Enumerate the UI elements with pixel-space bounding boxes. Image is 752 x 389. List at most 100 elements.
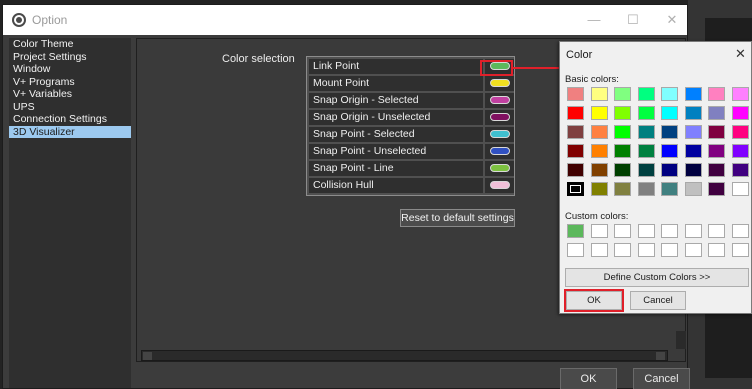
color-swatch[interactable] xyxy=(567,144,584,158)
color-swatch[interactable] xyxy=(661,163,678,177)
color-swatch[interactable] xyxy=(590,243,608,257)
color-swatch[interactable] xyxy=(590,144,608,158)
color-swatch[interactable] xyxy=(590,182,608,196)
swatch-snap-origin-selected[interactable] xyxy=(485,93,514,108)
color-swatch[interactable] xyxy=(684,224,702,238)
color-swatch[interactable] xyxy=(590,163,608,177)
color-swatch[interactable] xyxy=(567,106,584,120)
color-swatch[interactable] xyxy=(708,163,725,177)
nav-item-project-settings[interactable]: Project Settings xyxy=(9,51,131,64)
color-swatch[interactable] xyxy=(637,163,655,177)
define-custom-colors-button[interactable]: Define Custom Colors >> xyxy=(565,268,749,287)
cancel-button[interactable]: Cancel xyxy=(633,368,690,389)
color-swatch[interactable] xyxy=(637,243,655,257)
color-swatch[interactable] xyxy=(684,144,702,158)
nav-item-ups[interactable]: UPS xyxy=(9,101,131,114)
color-swatch[interactable] xyxy=(708,224,725,238)
color-swatch[interactable] xyxy=(567,87,584,101)
row-snap-point-unselected[interactable]: Snap Point - Unselected xyxy=(309,144,483,159)
color-swatch[interactable] xyxy=(731,87,749,101)
color-swatch[interactable] xyxy=(661,106,678,120)
color-swatch[interactable] xyxy=(567,125,584,139)
color-swatch[interactable] xyxy=(661,224,678,238)
color-swatch[interactable] xyxy=(614,106,631,120)
nav-item-3d-visualizer[interactable]: 3D Visualizer xyxy=(9,125,131,138)
close-button[interactable]: ✕ xyxy=(662,12,682,28)
color-swatch[interactable] xyxy=(637,106,655,120)
color-swatch[interactable] xyxy=(708,125,725,139)
color-swatch[interactable] xyxy=(567,182,584,196)
color-swatch[interactable] xyxy=(637,87,655,101)
color-swatch[interactable] xyxy=(590,125,608,139)
color-swatch[interactable] xyxy=(614,163,631,177)
color-swatch[interactable] xyxy=(567,163,584,177)
color-swatch[interactable] xyxy=(637,144,655,158)
row-snap-origin-unselected[interactable]: Snap Origin - Unselected xyxy=(309,110,483,125)
color-swatch[interactable] xyxy=(614,144,631,158)
color-swatch[interactable] xyxy=(708,87,725,101)
horizontal-scrollbar[interactable] xyxy=(141,350,668,361)
row-link-point[interactable]: Link Point xyxy=(309,59,483,74)
color-swatch[interactable] xyxy=(590,87,608,101)
color-swatch[interactable] xyxy=(614,182,631,196)
swatch-snap-point-line[interactable] xyxy=(485,161,514,176)
color-swatch[interactable] xyxy=(731,125,749,139)
color-swatch[interactable] xyxy=(661,125,678,139)
nav-item-window[interactable]: Window xyxy=(9,63,131,76)
nav-item-v-programs[interactable]: V+ Programs xyxy=(9,76,131,89)
swatch-snap-point-selected[interactable] xyxy=(485,127,514,142)
nav-item-connection-settings[interactable]: Connection Settings xyxy=(9,113,131,126)
row-snap-point-selected[interactable]: Snap Point - Selected xyxy=(309,127,483,142)
color-swatch[interactable] xyxy=(637,182,655,196)
color-swatch[interactable] xyxy=(684,243,702,257)
color-swatch[interactable] xyxy=(567,243,584,257)
color-swatch[interactable] xyxy=(637,224,655,238)
color-swatch[interactable] xyxy=(637,125,655,139)
color-swatch[interactable] xyxy=(731,182,749,196)
scroll-left-icon[interactable] xyxy=(143,352,152,360)
color-swatch[interactable] xyxy=(614,87,631,101)
color-swatch[interactable] xyxy=(708,106,725,120)
reset-defaults-button[interactable]: Reset to default settings xyxy=(400,209,515,227)
nav-item-v-variables[interactable]: V+ Variables xyxy=(9,88,131,101)
color-swatch[interactable] xyxy=(708,182,725,196)
color-swatch[interactable] xyxy=(614,224,631,238)
swatch-snap-origin-unselected[interactable] xyxy=(485,110,514,125)
color-swatch[interactable] xyxy=(731,144,749,158)
color-swatch[interactable] xyxy=(731,163,749,177)
color-swatch[interactable] xyxy=(661,144,678,158)
color-swatch[interactable] xyxy=(567,224,584,238)
row-snap-point-line[interactable]: Snap Point - Line xyxy=(309,161,483,176)
swatch-mount-point[interactable] xyxy=(485,76,514,91)
ok-button[interactable]: OK xyxy=(560,368,617,389)
color-swatch[interactable] xyxy=(708,243,725,257)
color-swatch[interactable] xyxy=(708,144,725,158)
color-swatch[interactable] xyxy=(731,106,749,120)
color-swatch[interactable] xyxy=(684,106,702,120)
color-swatch[interactable] xyxy=(684,163,702,177)
maximize-button[interactable]: ☐ xyxy=(623,12,643,28)
color-swatch[interactable] xyxy=(684,87,702,101)
color-swatch[interactable] xyxy=(731,243,749,257)
row-mount-point[interactable]: Mount Point xyxy=(309,76,483,91)
color-swatch[interactable] xyxy=(661,87,678,101)
nav-item-color-theme[interactable]: Color Theme xyxy=(9,38,131,51)
color-swatch[interactable] xyxy=(684,182,702,196)
swatch-collision-hull[interactable] xyxy=(485,178,514,193)
color-dialog-close-button[interactable]: ✕ xyxy=(735,46,746,62)
vertical-scrollbar[interactable] xyxy=(676,331,686,349)
color-swatch[interactable] xyxy=(614,243,631,257)
row-snap-origin-selected[interactable]: Snap Origin - Selected xyxy=(309,93,483,108)
color-swatch[interactable] xyxy=(661,182,678,196)
color-swatch[interactable] xyxy=(731,224,749,238)
scroll-right-icon[interactable] xyxy=(656,352,665,360)
minimize-button[interactable]: — xyxy=(584,12,604,28)
color-swatch[interactable] xyxy=(661,243,678,257)
color-swatch[interactable] xyxy=(590,106,608,120)
color-dialog-cancel-button[interactable]: Cancel xyxy=(630,291,686,310)
color-swatch[interactable] xyxy=(590,224,608,238)
row-collision-hull[interactable]: Collision Hull xyxy=(309,178,483,193)
color-swatch[interactable] xyxy=(684,125,702,139)
color-swatch[interactable] xyxy=(614,125,631,139)
swatch-snap-point-unselected[interactable] xyxy=(485,144,514,159)
